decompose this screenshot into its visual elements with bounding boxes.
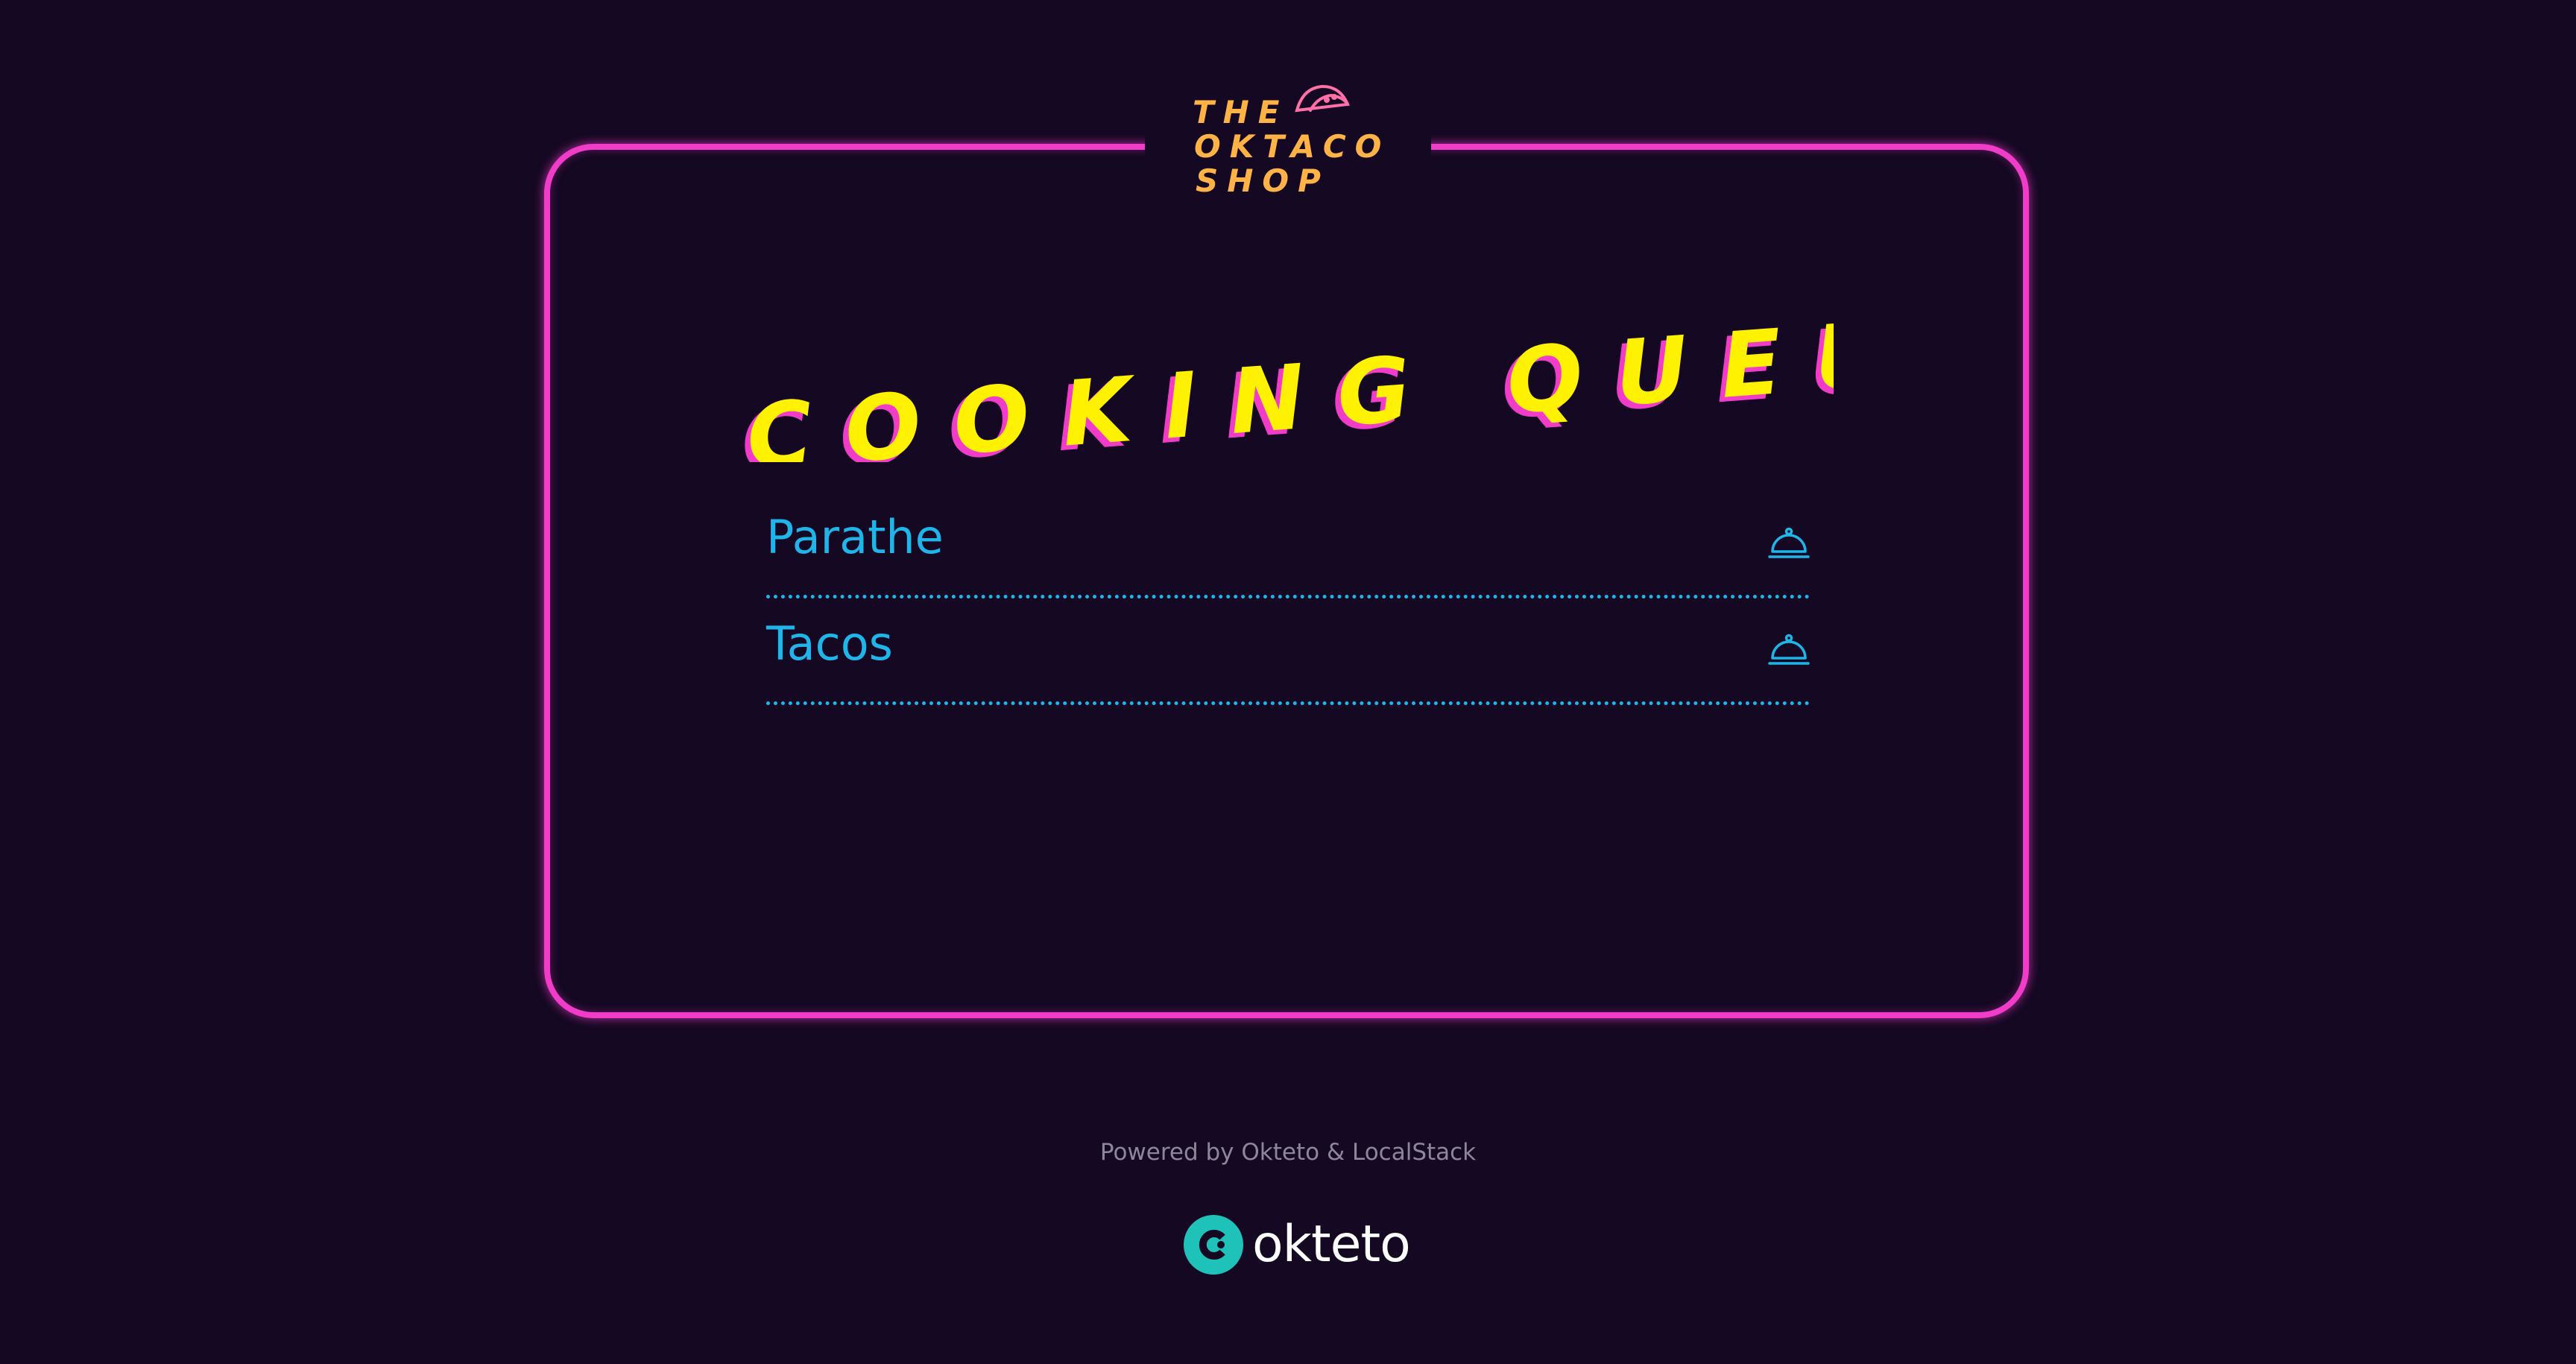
- queue-item[interactable]: Parathe: [766, 492, 1810, 599]
- page-title-text: COOKING QUEUE: [743, 294, 1834, 462]
- oktaco-shop-logo[interactable]: THE OKTACO SHOP: [1172, 75, 1410, 216]
- page-title: COOKING QUEUE COOKING QUEUE: [730, 291, 2017, 495]
- cloche-icon[interactable]: [1768, 522, 1810, 563]
- cloche-icon[interactable]: [1768, 628, 1810, 670]
- okteto-mark-icon: [1184, 1215, 1243, 1275]
- logo-line-shop: SHOP: [1196, 162, 1330, 199]
- queue-item[interactable]: Tacos: [766, 599, 1810, 705]
- okteto-logo[interactable]: okteto: [1184, 1213, 1411, 1276]
- queue-item-label: Parathe: [766, 510, 944, 564]
- queue-item-label: Tacos: [766, 616, 893, 671]
- logo-line-oktaco: OKTACO: [1194, 128, 1390, 165]
- logo-line-the: THE: [1193, 94, 1289, 130]
- cooking-queue-list: Parathe Tacos: [766, 492, 1810, 705]
- powered-by-text: Powered by Okteto & LocalStack: [1099, 1139, 1477, 1166]
- okteto-wordmark: okteto: [1252, 1215, 1411, 1274]
- taco-icon: [1295, 84, 1350, 113]
